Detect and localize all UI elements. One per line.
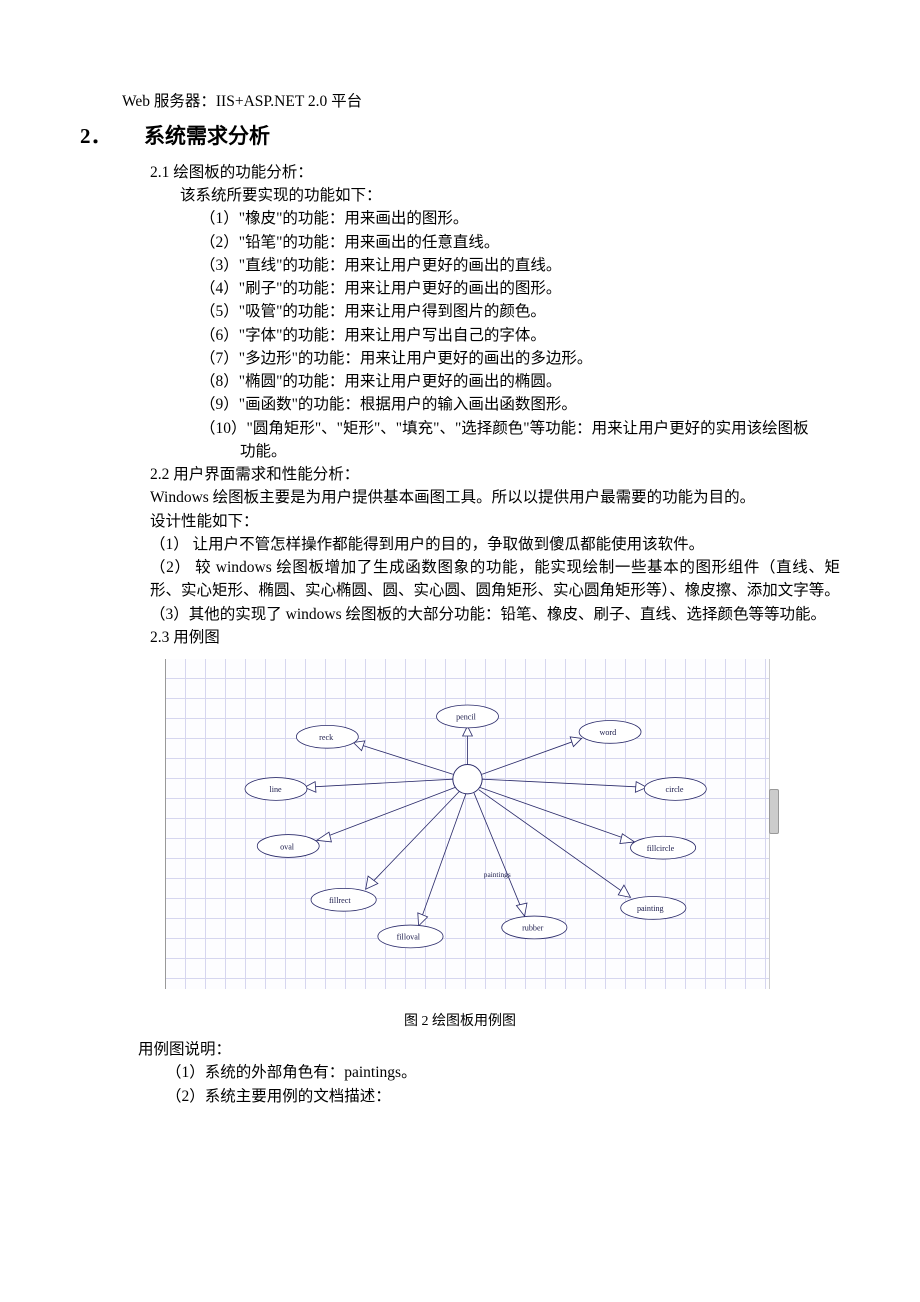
uc-filloval: filloval — [397, 933, 421, 942]
scrollbar-handle[interactable] — [769, 789, 779, 834]
section-2-2-p5: （3）其他的实现了 windows 绘图板的大部分功能：铅笔、橡皮、刷子、直线、… — [80, 603, 840, 626]
desc-item-1: （1）系统的外部角色有：paintings。 — [80, 1061, 840, 1084]
uc-line: line — [269, 785, 282, 794]
desc-item-2: （2）系统主要用例的文档描述： — [80, 1085, 840, 1108]
uc-circle: circle — [666, 785, 684, 794]
feature-item: （7）"多边形"的功能：用来让用户更好的画出的多边形。 — [80, 347, 840, 370]
use-case-diagram: pencil reck word line circle oval fillci… — [165, 659, 770, 989]
uc-fillcircle: fillcircle — [647, 844, 675, 853]
web-server-line: Web 服务器：IIS+ASP.NET 2.0 平台 — [80, 90, 840, 113]
figure-caption: 图 2 绘图板用例图 — [80, 1011, 840, 1032]
section-2-2-p1: Windows 绘图板主要是为用户提供基本画图工具。所以以提供用户最需要的功能为… — [80, 486, 840, 509]
section-2-3-title: 2.3 用例图 — [80, 626, 840, 649]
section-2-2-p2: 设计性能如下： — [80, 510, 840, 533]
desc-title: 用例图说明： — [80, 1038, 840, 1061]
feature-item-10b: 功能。 — [80, 440, 840, 463]
section-2-1-title: 2.1 绘图板的功能分析： — [80, 161, 840, 184]
section-2-2-p3: （1） 让用户不管怎样操作都能得到用户的目的，争取做到傻瓜都能使用该软件。 — [80, 533, 840, 556]
actor-label: paintings — [484, 870, 511, 879]
uc-word: word — [600, 728, 617, 737]
feature-item: （8）"椭圆"的功能：用来让用户更好的画出的椭圆。 — [80, 370, 840, 393]
feature-item: （4）"刷子"的功能：用来让用户更好的画出的图形。 — [80, 277, 840, 300]
use-case-svg: pencil reck word line circle oval fillci… — [166, 659, 769, 989]
section-2-2-title: 2.2 用户界面需求和性能分析： — [80, 463, 840, 486]
feature-item-10a: （10）"圆角矩形"、"矩形"、"填充"、"选择颜色"等功能：用来让用户更好的实… — [80, 417, 840, 440]
heading-2-text: 系统需求分析 — [144, 124, 270, 148]
uc-oval: oval — [280, 842, 295, 851]
uc-pencil: pencil — [456, 713, 477, 722]
heading-2: 2．系统需求分析 — [80, 121, 840, 153]
uc-fillrect: fillrect — [329, 896, 351, 905]
section-2-1-intro: 该系统所要实现的功能如下： — [80, 184, 840, 207]
feature-item: （5）"吸管"的功能：用来让用户得到图片的颜色。 — [80, 300, 840, 323]
uc-rubber: rubber — [522, 924, 543, 933]
heading-2-number: 2． — [80, 121, 144, 153]
feature-item: （9）"画函数"的功能：根据用户的输入画出函数图形。 — [80, 393, 840, 416]
feature-item: （6）"字体"的功能：用来让用户写出自己的字体。 — [80, 324, 840, 347]
uc-painting: painting — [637, 904, 664, 913]
feature-item: （1）"橡皮"的功能：用来画出的图形。 — [80, 207, 840, 230]
section-2-2-p4: （2） 较 windows 绘图板增加了生成函数图象的功能，能实现绘制一些基本的… — [80, 556, 840, 603]
uc-reck: reck — [319, 733, 334, 742]
feature-item: （3）"直线"的功能：用来让用户更好的画出的直线。 — [80, 254, 840, 277]
feature-item: （2）"铅笔"的功能：用来画出的任意直线。 — [80, 231, 840, 254]
